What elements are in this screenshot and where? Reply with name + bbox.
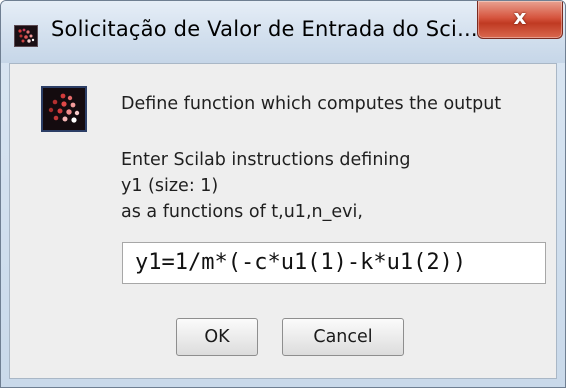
cancel-button[interactable]: Cancel (282, 318, 404, 356)
ok-button[interactable]: OK (176, 318, 258, 356)
close-icon: x (513, 5, 527, 29)
instruction-line-1: Enter Scilab instructions defining (121, 150, 411, 170)
instruction-line-2: y1 (size: 1) (121, 176, 219, 196)
dialog-window: Solicitação de Valor de Entrada do Sci..… (0, 0, 566, 388)
window-title: Solicitação de Valor de Entrada do Sci..… (51, 17, 478, 41)
dialog-heading: Define function which computes the outpu… (121, 94, 502, 114)
scilab-dots-icon (41, 86, 87, 132)
close-button[interactable]: x (477, 1, 563, 39)
function-input[interactable]: y1=1/m*(-c*u1(1)-k*u1(2)) (122, 242, 546, 284)
scilab-app-icon (14, 25, 38, 47)
title-bar[interactable]: Solicitação de Valor de Entrada do Sci..… (1, 1, 565, 63)
dialog-body: Define function which computes the outpu… (9, 63, 557, 379)
instruction-line-3: as a functions of t,u1,n_evi, (121, 202, 363, 222)
